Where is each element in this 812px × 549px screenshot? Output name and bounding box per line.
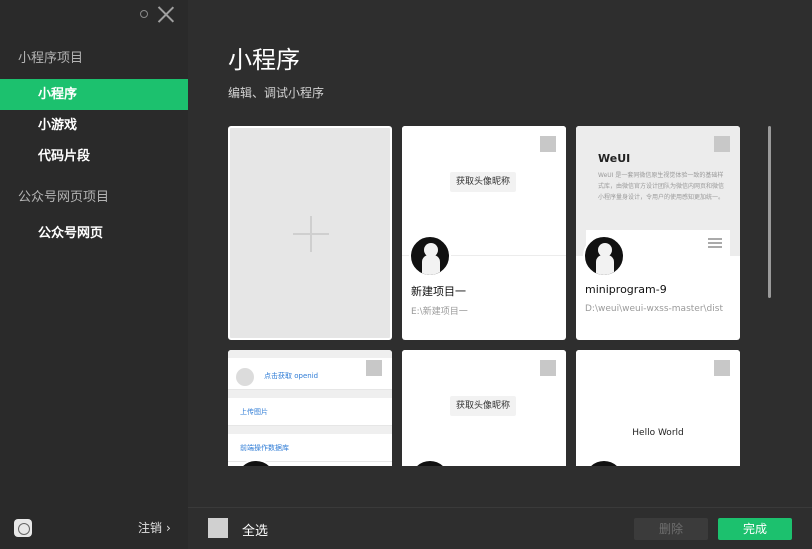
select-checkbox[interactable] xyxy=(366,360,382,376)
avatar-placeholder-icon xyxy=(236,368,254,386)
project-card[interactable]: 获取头像昵称 新建项目一 E:\新建项目一 xyxy=(402,126,566,340)
sidebar-item-code-snippets[interactable]: 代码片段 xyxy=(0,141,188,172)
user-avatar-icon[interactable] xyxy=(14,519,32,537)
list-item: 前端操作数据库 xyxy=(228,434,392,462)
project-card[interactable]: 点击获取 openid 上传图片 前端操作数据库 xyxy=(228,350,392,466)
footer-bar: 全选 删除 完成 xyxy=(188,507,812,549)
preview-description: WeUI 是一套同微信原生视觉体验一致的基础样式库，由微信官方设计团队为微信内网… xyxy=(598,172,725,201)
project-card[interactable]: WeUI WeUI 是一套同微信原生视觉体验一致的基础样式库，由微信官方设计团队… xyxy=(576,126,740,340)
preview-button: 获取头像昵称 xyxy=(450,396,517,416)
list-item-text: 点击获取 openid xyxy=(264,372,319,380)
avatar xyxy=(583,235,625,277)
select-all-label[interactable]: 全选 xyxy=(242,520,268,539)
section-title-official-account-projects: 公众号网页项目 xyxy=(18,190,110,205)
select-checkbox[interactable] xyxy=(714,360,730,376)
preview-button: 获取头像昵称 xyxy=(450,172,517,192)
select-all-checkbox[interactable] xyxy=(208,518,228,538)
project-card[interactable]: 获取头像昵称 xyxy=(402,350,566,466)
logout-label: 注销 xyxy=(138,521,163,535)
page-title: 小程序 xyxy=(228,46,300,74)
list-item-text: 前端操作数据库 xyxy=(240,444,289,452)
sidebar: 小程序项目 小程序 小游戏 代码片段 公众号网页项目 公众号网页 注销 › xyxy=(0,0,188,549)
avatar xyxy=(409,235,451,277)
select-checkbox[interactable] xyxy=(540,360,556,376)
window-controls xyxy=(140,6,174,22)
close-icon[interactable] xyxy=(158,6,174,22)
project-path: E:\新建项目一 xyxy=(411,307,468,317)
preview-title: WeUI xyxy=(598,152,631,165)
project-name: miniprogram-9 xyxy=(585,283,667,296)
list-item: 上传图片 xyxy=(228,398,392,426)
select-checkbox[interactable] xyxy=(714,136,730,152)
preview-text: Hello World xyxy=(632,428,684,438)
delete-button[interactable]: 删除 xyxy=(634,518,708,540)
chevron-right-icon: › xyxy=(166,521,171,535)
main-panel: 小程序 编辑、调试小程序 获取头像昵称 新建项目一 E:\新建项目一 WeUI … xyxy=(188,0,812,507)
list-item-text: 上传图片 xyxy=(240,408,268,416)
project-path: D:\weui\weui-wxss-master\dist xyxy=(585,304,723,314)
settings-dot-icon[interactable] xyxy=(140,10,148,18)
select-checkbox[interactable] xyxy=(540,136,556,152)
section-title-miniprogram-projects: 小程序项目 xyxy=(18,51,84,66)
project-name: 新建项目一 xyxy=(411,285,466,298)
page-subtitle: 编辑、调试小程序 xyxy=(228,86,325,100)
project-grid: 获取头像昵称 新建项目一 E:\新建项目一 WeUI WeUI 是一套同微信原生… xyxy=(228,126,748,466)
project-card[interactable]: Hello World xyxy=(576,350,740,466)
logout-button[interactable]: 注销 › xyxy=(138,519,171,536)
sidebar-item-miniprogram[interactable]: 小程序 xyxy=(0,79,188,110)
done-button[interactable]: 完成 xyxy=(718,518,792,540)
sidebar-item-minigame[interactable]: 小游戏 xyxy=(0,110,188,141)
menu-icon xyxy=(708,238,722,248)
scrollbar[interactable] xyxy=(768,126,771,298)
new-project-card[interactable] xyxy=(228,126,392,340)
sidebar-item-official-account-webpage[interactable]: 公众号网页 xyxy=(0,218,188,249)
